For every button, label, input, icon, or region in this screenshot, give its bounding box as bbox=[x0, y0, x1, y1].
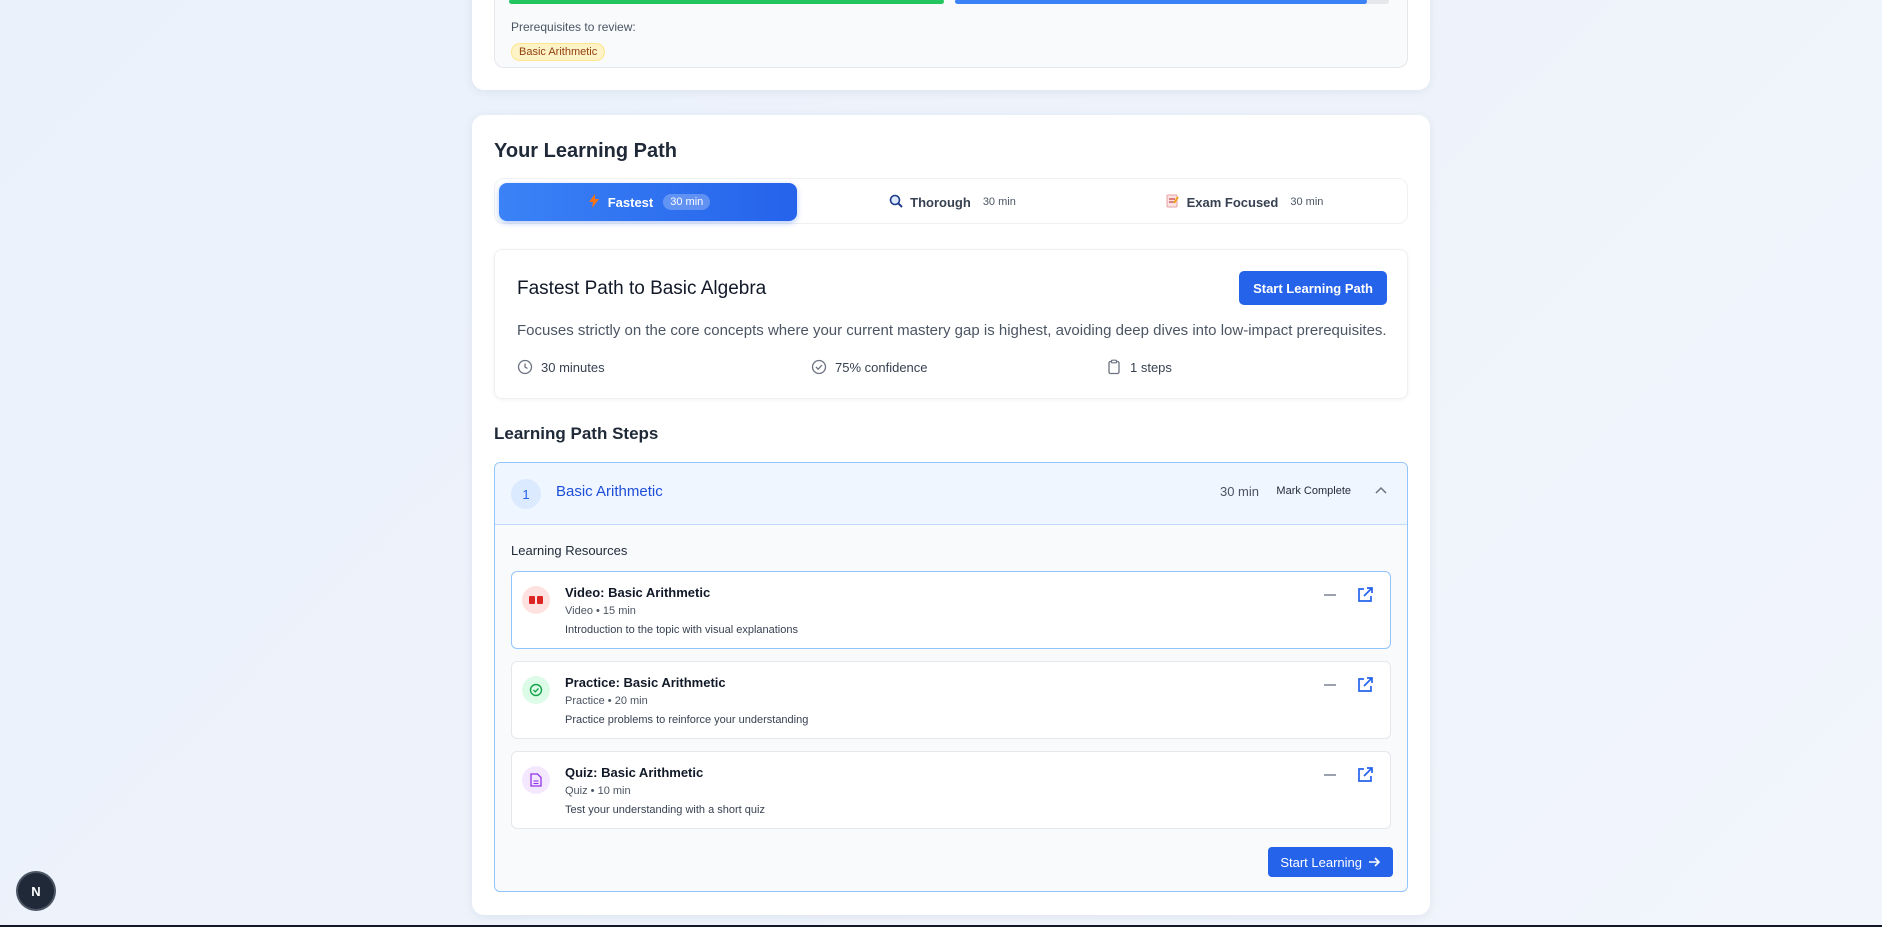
tab-label: Fastest bbox=[607, 194, 654, 210]
resource-title: Quiz: Basic Arithmetic bbox=[565, 765, 704, 780]
tab-label: Thorough bbox=[910, 194, 971, 210]
start-learning-path-button[interactable]: Start Learning Path bbox=[1239, 271, 1387, 305]
start-learning-label: Start Learning bbox=[1280, 854, 1362, 870]
path-summary: Fastest Path to Basic Algebra Start Lear… bbox=[494, 249, 1408, 399]
tab-label: Exam Focused bbox=[1186, 194, 1279, 210]
resource-title: Practice: Basic Arithmetic bbox=[565, 675, 726, 690]
tab-time: 30 min bbox=[1290, 196, 1324, 208]
resource-meta: Quiz • 10 min bbox=[565, 785, 631, 797]
resource-card[interactable]: Practice: Basic Arithmetic Practice • 20… bbox=[511, 661, 1391, 739]
external-link-icon[interactable] bbox=[1356, 676, 1374, 694]
resources-label: Learning Resources bbox=[511, 543, 628, 558]
path-description: Focuses strictly on the core concepts wh… bbox=[517, 322, 1387, 339]
step-number: 1 bbox=[511, 479, 541, 509]
steps-title: Learning Path Steps bbox=[494, 424, 659, 443]
progress-bar-blue bbox=[955, 0, 1367, 4]
mastery-card: Prerequisites to review: Basic Arithmeti… bbox=[472, 0, 1430, 90]
tab-fastest[interactable]: Fastest 30 min bbox=[499, 183, 797, 221]
clock-icon bbox=[517, 359, 533, 375]
resource-description: Practice problems to reinforce your unde… bbox=[565, 714, 809, 726]
minus-icon[interactable] bbox=[1324, 774, 1336, 776]
chevron-up-icon[interactable] bbox=[1373, 483, 1389, 499]
path-confidence: 75% confidence bbox=[811, 359, 928, 375]
resource-meta: Video • 15 min bbox=[565, 605, 636, 617]
path-steps-count: 1 steps bbox=[1106, 359, 1172, 375]
path-tabs: Fastest 30 min Thorough 30 min Exam Focu… bbox=[494, 178, 1408, 224]
section-title: Your Learning Path bbox=[494, 140, 677, 162]
path-duration: 30 minutes bbox=[517, 359, 605, 375]
prerequisite-tag[interactable]: Basic Arithmetic bbox=[511, 43, 606, 61]
resource-meta: Practice • 20 min bbox=[565, 695, 648, 707]
resource-description: Test your understanding with a short qui… bbox=[565, 804, 765, 816]
duration-text: 30 minutes bbox=[541, 359, 605, 375]
tab-exam-focused[interactable]: Exam Focused 30 min bbox=[1095, 183, 1393, 221]
confidence-text: 75% confidence bbox=[835, 359, 928, 375]
step-item: 1 Basic Arithmetic 30 min Mark Complete … bbox=[494, 462, 1408, 892]
resource-card[interactable]: Quiz: Basic Arithmetic Quiz • 10 min Tes… bbox=[511, 751, 1391, 829]
resource-description: Introduction to the topic with visual ex… bbox=[565, 624, 798, 636]
tab-time-badge: 30 min bbox=[663, 194, 711, 210]
clipboard-icon bbox=[1108, 359, 1120, 375]
arrow-right-icon bbox=[1369, 857, 1381, 867]
memo-icon bbox=[1165, 194, 1181, 211]
steps-count-text: 1 steps bbox=[1130, 359, 1172, 375]
step-time: 30 min bbox=[1219, 484, 1259, 499]
progress-bar-green bbox=[509, 0, 944, 4]
external-link-icon[interactable] bbox=[1356, 586, 1374, 604]
video-icon bbox=[522, 586, 550, 614]
lightning-icon bbox=[586, 193, 602, 211]
path-title: Fastest Path to Basic Algebra bbox=[517, 278, 767, 299]
minus-icon[interactable] bbox=[1324, 594, 1336, 596]
resource-title: Video: Basic Arithmetic bbox=[565, 585, 711, 600]
tab-time: 30 min bbox=[982, 196, 1016, 208]
magnifier-icon bbox=[888, 194, 904, 211]
tab-thorough[interactable]: Thorough 30 min bbox=[803, 183, 1101, 221]
start-learning-button[interactable]: Start Learning bbox=[1268, 847, 1393, 877]
external-link-icon[interactable] bbox=[1356, 766, 1374, 784]
resource-card[interactable]: Video: Basic Arithmetic Video • 15 min I… bbox=[511, 571, 1391, 649]
check-circle-icon bbox=[811, 359, 827, 375]
step-name: Basic Arithmetic bbox=[556, 483, 663, 500]
learning-path-card: Your Learning Path Fastest 30 min Thorou… bbox=[472, 115, 1430, 915]
prerequisites-label: Prerequisites to review: bbox=[511, 20, 636, 34]
mark-complete-button[interactable]: Mark Complete bbox=[1276, 485, 1351, 497]
minus-icon[interactable] bbox=[1324, 684, 1336, 686]
prerequisites-box: Prerequisites to review: Basic Arithmeti… bbox=[494, 0, 1408, 68]
dev-tools-badge[interactable]: N bbox=[18, 873, 54, 909]
check-circle-icon bbox=[522, 676, 550, 704]
step-header[interactable]: 1 Basic Arithmetic 30 min Mark Complete bbox=[495, 463, 1407, 525]
document-icon bbox=[522, 766, 550, 794]
